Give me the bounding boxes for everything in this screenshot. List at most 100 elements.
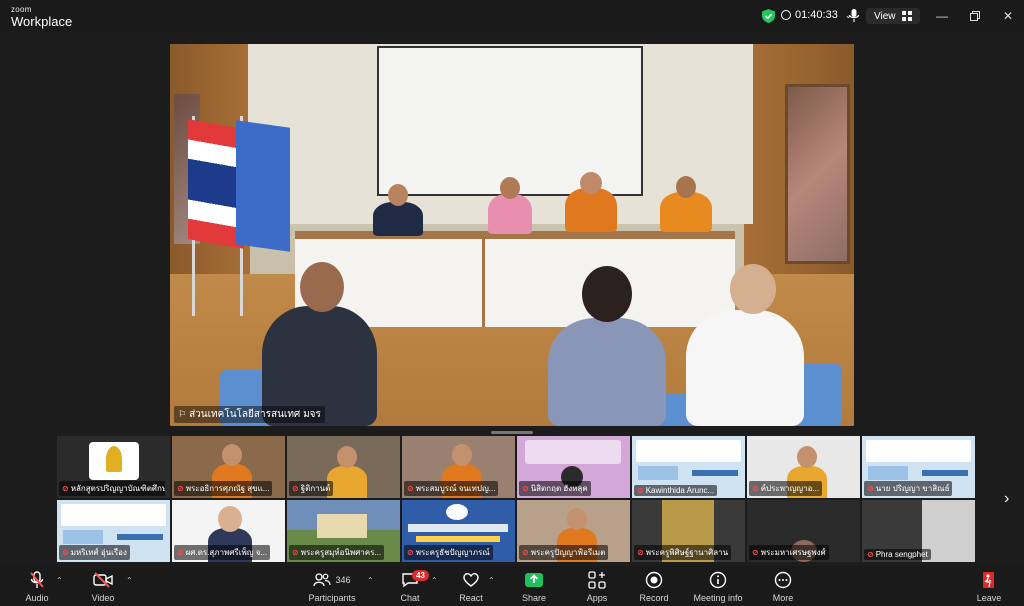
- participant-name: หลักสูตรปริญญาบัณฑิตศึกษา...: [70, 484, 165, 493]
- video-button[interactable]: Video: [73, 570, 133, 603]
- participant-name-label: ⊘ ฐิติกานต์: [289, 481, 334, 496]
- apps-button[interactable]: Apps: [567, 570, 627, 603]
- view-button[interactable]: View: [866, 8, 920, 24]
- participants-button[interactable]: 346 Participants: [302, 570, 362, 603]
- meeting-info-button[interactable]: Meeting info: [688, 570, 748, 603]
- participant-tile[interactable]: ⊘ ค์ประพาญญาอ...: [747, 436, 860, 498]
- participant-tile[interactable]: ⊘ ฐิติกานต์: [287, 436, 400, 498]
- person-icon: ⚐: [178, 409, 187, 419]
- chevron-up-icon[interactable]: ⌃: [56, 576, 63, 585]
- minimize-icon[interactable]: —: [932, 6, 952, 26]
- mic-muted-icon: ⊘: [407, 548, 414, 557]
- participant-tile[interactable]: ⊘ พระอธิการศุภณัฐ สุขแ...: [172, 436, 285, 498]
- chevron-up-icon[interactable]: ⌃: [488, 576, 495, 585]
- participant-tile[interactable]: ⊘ มหริเทศ์ อุ่นเรือง: [57, 500, 170, 562]
- meeting-info-label: Meeting info: [693, 593, 743, 603]
- participant-name: ฐิติกานต์: [300, 484, 331, 493]
- panelist: [488, 194, 532, 234]
- chevron-right-icon[interactable]: ›: [1004, 490, 1009, 508]
- record-label: Record: [639, 593, 669, 603]
- main-video[interactable]: ⚐ ส่วนเทคโนโลยีสารสนเทศ มจร: [170, 44, 854, 426]
- participant-tile[interactable]: ⊘ พระครูธัชปัญญาภรณ์: [402, 500, 515, 562]
- chevron-up-icon[interactable]: ⌃: [126, 576, 133, 585]
- participant-tile[interactable]: ⊘ ผศ.ดร.สุภาพศรีเพ็ญ จ...: [172, 500, 285, 562]
- participant-name-label: ⊘ ค์ประพาญญาอ...: [749, 481, 823, 496]
- mic-muted-icon: ⊘: [62, 484, 69, 493]
- participant-name: นาย ปริญญา ขาสิณธ์: [875, 484, 950, 493]
- mic-muted-icon: ⊘: [522, 484, 529, 493]
- participant-name-label: ⊘ พระครูสมุห์อนิพศาคร...: [289, 545, 385, 560]
- react-button[interactable]: React: [441, 570, 501, 603]
- participant-name-label: ⊘ พระครูธัชปัญญาภรณ์: [404, 545, 493, 560]
- mic-muted-icon: ⊘: [177, 484, 184, 493]
- video-off-icon: [93, 572, 113, 588]
- mic-muted-icon: ⊘: [867, 550, 874, 559]
- mic-muted-icon: ⊘: [637, 548, 644, 557]
- meeting-toolbar: Audio ⌃ Video ⌃ 346 Participants ⌃ Chat …: [0, 566, 1024, 606]
- mic-muted-icon: ⊘: [292, 548, 299, 557]
- audience-member: [686, 310, 804, 426]
- participant-tile[interactable]: ⊘ Kawinthida Arunc...: [632, 436, 745, 498]
- brand-top: zoom: [11, 5, 32, 14]
- participant-name: พระอธิการศุภณัฐ สุขแ...: [185, 484, 270, 493]
- chevron-up-icon[interactable]: ⌃: [367, 576, 374, 585]
- title-bar: zoom Workplace 01:40:33 ⌄ View — ✕: [0, 0, 1024, 32]
- chat-button[interactable]: Chat: [380, 570, 440, 603]
- mic-icon[interactable]: [848, 8, 860, 24]
- participants-icon: [313, 573, 332, 587]
- panelist-monk: [660, 192, 712, 232]
- participant-tile[interactable]: ⊘ พระมหาเศรษฐพงศ์: [747, 500, 860, 562]
- more-button[interactable]: More: [753, 570, 813, 603]
- participant-name: มหริเทศ์ อุ่นเรือง: [70, 548, 127, 557]
- leave-label: Leave: [976, 593, 1002, 603]
- participant-tile[interactable]: ⊘ Phra sengphet: [862, 500, 975, 562]
- participant-name: พระครูธัชปัญญาภรณ์: [415, 548, 490, 557]
- share-button[interactable]: Share: [504, 570, 564, 603]
- participant-tile[interactable]: ⊘หลักสูตรปริญญาบัณฑิตศึกษา...: [57, 436, 170, 498]
- participant-name-label: ⊘ Kawinthida Arunc...: [634, 485, 718, 496]
- participant-name: ผศ.ดร.สุภาพศรีเพ็ญ จ...: [185, 548, 268, 557]
- audio-button[interactable]: Audio: [7, 570, 67, 603]
- participant-tile[interactable]: ⊘ นิสิตกฤต ฮังหลุค: [517, 436, 630, 498]
- participants-count: 346: [335, 575, 351, 585]
- leave-button[interactable]: Leave: [959, 570, 1019, 603]
- chevron-up-icon[interactable]: ⌃: [431, 576, 438, 585]
- record-icon: [645, 571, 663, 589]
- mic-muted-icon: ⊘: [637, 486, 644, 495]
- participant-tile[interactable]: ⊘ นาย ปริญญา ขาสิณธ์: [862, 436, 975, 498]
- mic-muted-icon: ⊘: [62, 548, 69, 557]
- video-label: Video: [91, 593, 115, 603]
- leave-icon: [983, 572, 994, 588]
- brand-bottom: Workplace: [11, 14, 73, 29]
- info-icon: [709, 571, 727, 589]
- participant-name: นิสิตกฤต ฮังหลุค: [530, 484, 588, 493]
- mic-muted-icon: ⊘: [522, 548, 529, 557]
- participant-tile[interactable]: ⊘ พระครูพิศิษฐ์ฐานาศิลาน: [632, 500, 745, 562]
- participant-name: พระสมบูรณ์ จนเทปญ...: [415, 484, 496, 493]
- participant-tile[interactable]: ⊘ พระครูปัญญาฟ้อรีเมต: [517, 500, 630, 562]
- restore-icon[interactable]: [965, 6, 985, 26]
- timer-text: 01:40:33: [795, 9, 838, 21]
- close-icon[interactable]: ✕: [998, 6, 1018, 26]
- chat-unread-badge: 43: [412, 570, 429, 581]
- shield-check-icon[interactable]: [762, 9, 775, 23]
- projector-screen: [377, 46, 643, 196]
- resize-handle[interactable]: [491, 431, 533, 434]
- participant-name-label: ⊘ นาย ปริญญา ขาสิณธ์: [864, 481, 953, 496]
- participant-tile[interactable]: ⊘ พระครูสมุห์อนิพศาคร...: [287, 500, 400, 562]
- participants-label: Participants: [308, 593, 356, 603]
- participant-name: ค์ประพาญญาอ...: [760, 484, 820, 493]
- mic-muted-icon: ⊘: [292, 484, 299, 493]
- participant-name: พระมหาเศรษฐพงศ์: [760, 548, 826, 557]
- record-button[interactable]: Record: [624, 570, 684, 603]
- mic-muted-icon: ⊘: [407, 484, 414, 493]
- meeting-timer[interactable]: 01:40:33 ⌄: [781, 9, 852, 21]
- participant-name-label: ⊘ นิสิตกฤต ฮังหลุค: [519, 481, 591, 496]
- participant-name-label: ⊘ พระอธิการศุภณัฐ สุขแ...: [174, 481, 273, 496]
- more-label: More: [772, 593, 794, 603]
- participant-name-label: ⊘ พระสมบูรณ์ จนเทปญ...: [404, 481, 499, 496]
- blue-flag: [236, 120, 290, 252]
- participant-tile[interactable]: ⊘ พระสมบูรณ์ จนเทปญ...: [402, 436, 515, 498]
- wall-mural: [785, 84, 850, 264]
- participant-name-label: ⊘ พระครูพิศิษฐ์ฐานาศิลาน: [634, 545, 732, 560]
